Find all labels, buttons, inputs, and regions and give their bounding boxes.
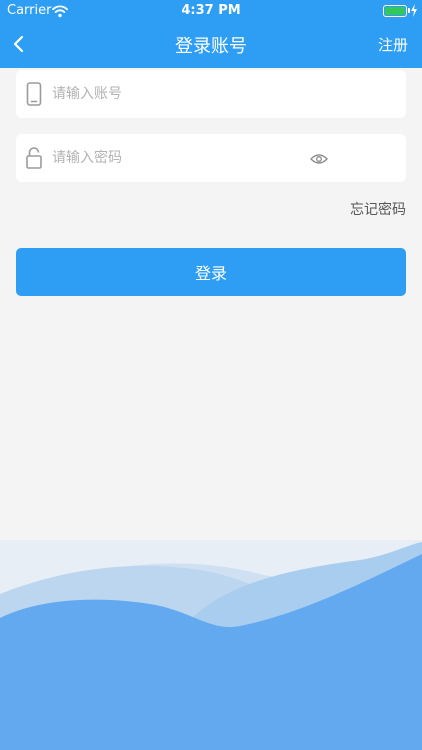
password-field	[16, 134, 406, 182]
clock: 4:37 PM	[181, 3, 241, 18]
account-input[interactable]	[52, 70, 352, 118]
navigation-bar: 登录账号 注册	[0, 22, 422, 68]
account-field	[16, 70, 406, 118]
top-bar: Carrier 4:37 PM 登录账号 注册	[0, 0, 422, 68]
login-screen: Carrier 4:37 PM 登录账号 注册 请输入账号 忘记密码 登录	[0, 0, 422, 750]
login-button[interactable]: 登录	[16, 248, 406, 296]
forgot-password-link[interactable]: 忘记密码	[350, 199, 406, 219]
phone-icon	[26, 82, 42, 106]
wave-decoration	[0, 540, 422, 750]
battery-icon	[383, 5, 407, 17]
page-title: 登录账号	[175, 36, 247, 57]
register-button[interactable]: 注册	[378, 34, 408, 55]
password-input[interactable]	[52, 134, 352, 182]
eye-icon[interactable]	[310, 153, 328, 165]
lock-icon	[26, 147, 42, 169]
charging-bolt-icon	[411, 4, 417, 17]
status-bar: Carrier 4:37 PM	[0, 0, 422, 22]
